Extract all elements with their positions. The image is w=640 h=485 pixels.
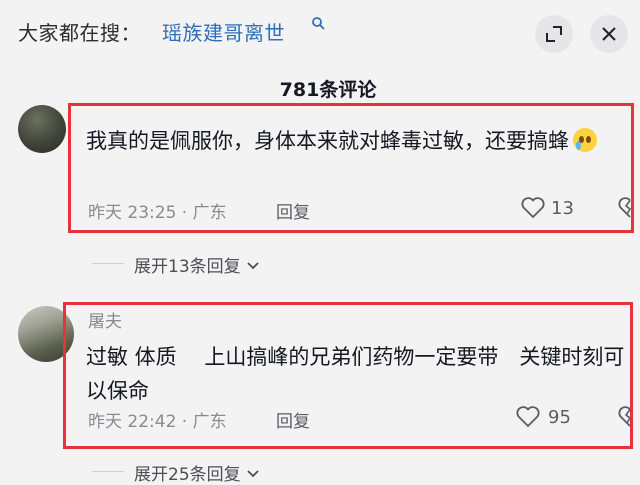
- expand-replies-button[interactable]: 展开25条回复: [134, 460, 260, 485]
- heart-icon[interactable]: [515, 405, 541, 429]
- expand-replies-button[interactable]: 展开13条回复: [134, 252, 260, 277]
- reply-label: 回复: [276, 203, 310, 223]
- divider: [92, 471, 124, 472]
- comment-time-location: 昨天 23:25 · 广东: [88, 203, 227, 223]
- chevron-down-icon: [247, 262, 259, 270]
- like-count: 95: [548, 407, 571, 428]
- search-bar: 大家都在搜： 瑶族建哥离世: [0, 0, 640, 64]
- username[interactable]: 屠夫: [88, 307, 122, 332]
- divider: [92, 263, 124, 264]
- crying-face-emoji: [573, 128, 597, 152]
- expand-icon: [546, 26, 562, 42]
- comment-meta: 昨天 23:25 · 广东: [88, 198, 227, 223]
- broken-heart-icon[interactable]: [610, 405, 632, 429]
- broken-heart-icon[interactable]: [610, 196, 632, 220]
- comment-time-location: 昨天 22:42 · 广东: [88, 412, 227, 432]
- avatar[interactable]: [18, 105, 66, 153]
- close-button[interactable]: [590, 15, 628, 53]
- like-count: 13: [551, 198, 574, 219]
- comment-text: 我真的是佩服你，身体本来就对蜂毒过敏，还要搞蜂: [86, 124, 626, 158]
- reply-button[interactable]: 回复: [276, 198, 310, 223]
- expand-replies-label: 展开13条回复: [134, 257, 241, 277]
- close-icon: [602, 27, 616, 41]
- expand-button[interactable]: [535, 15, 573, 53]
- search-prefix: 大家都在搜：: [18, 21, 141, 45]
- search-icon[interactable]: [311, 16, 325, 30]
- heart-icon[interactable]: [520, 196, 546, 220]
- expand-replies-label: 展开25条回复: [134, 465, 241, 485]
- reply-label: 回复: [276, 412, 310, 432]
- comments-count: 781条评论: [279, 79, 377, 101]
- trending-search-link[interactable]: 瑶族建哥离世: [162, 17, 285, 46]
- comment-text: 过敏 体质 上山搞峰的兄弟们药物一定要带 关键时刻可以保命: [86, 345, 625, 403]
- reply-button[interactable]: 回复: [276, 407, 310, 432]
- comment-meta: 昨天 22:42 · 广东: [88, 407, 227, 432]
